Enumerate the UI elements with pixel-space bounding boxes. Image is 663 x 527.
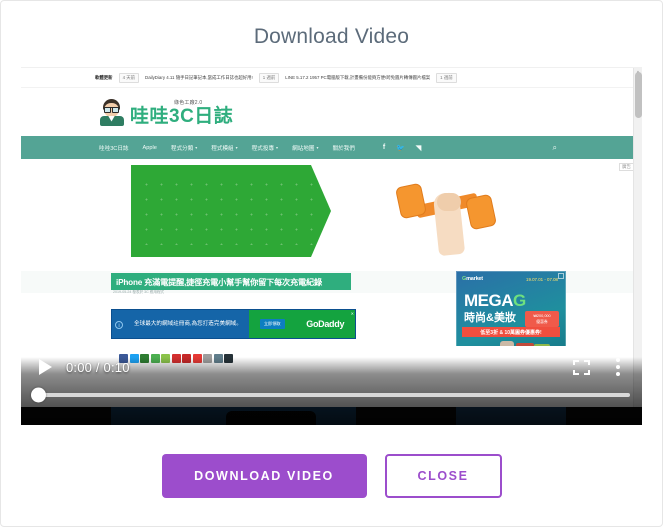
time-display: 0:00 / 0:10 bbox=[66, 359, 130, 375]
progress-bar[interactable] bbox=[31, 387, 630, 403]
modal-footer: DOWNLOAD VIDEO CLOSE bbox=[1, 425, 662, 526]
nav-item-2[interactable]: 程式分類 ▾ bbox=[171, 144, 197, 152]
ticker-label: 軟體更新 bbox=[95, 74, 113, 80]
nav-item-5[interactable]: 網站地圖 ▾ bbox=[292, 144, 318, 152]
logo-title: 哇哇3C日誌 bbox=[130, 105, 234, 127]
twitter-icon[interactable]: 🐦 bbox=[396, 144, 405, 152]
godaddy-line-2: 為您打造完美網域。 bbox=[191, 320, 242, 327]
kebab-menu-icon[interactable] bbox=[616, 358, 620, 376]
article-meta: 2019-05-24 發表於 3C 應用程式 bbox=[113, 290, 165, 294]
download-video-button[interactable]: DOWNLOAD VIDEO bbox=[161, 453, 367, 498]
chevron-down-icon: ▾ bbox=[195, 145, 198, 150]
video-player[interactable]: 軟體更新 4 天前 DailyDiary 4.11 隨手日記筆記本,當成工作日誌… bbox=[21, 67, 642, 425]
play-button[interactable] bbox=[39, 359, 52, 375]
search-icon[interactable]: ⌕ bbox=[553, 143, 557, 153]
facebook-icon[interactable]: f bbox=[383, 144, 385, 152]
download-video-modal: Download Video 軟體更新 4 天前 DailyDiary 4.11… bbox=[0, 0, 663, 527]
nav-item-1[interactable]: Apple bbox=[143, 145, 157, 151]
player-controls: 0:00 / 0:10 bbox=[21, 350, 642, 384]
nav-label: Apple bbox=[142, 144, 157, 151]
player-progress-row[interactable] bbox=[21, 384, 642, 406]
site-ticker: 軟體更新 4 天前 DailyDiary 4.11 隨手日記筆記本,當成工作日誌… bbox=[21, 68, 642, 88]
nav-label: 程式投專 bbox=[251, 145, 275, 152]
nav-label: 哇哇3C日誌 bbox=[99, 145, 129, 152]
rss-icon[interactable]: ◥ bbox=[416, 144, 421, 152]
nav-label: 關於我們 bbox=[332, 145, 355, 152]
page-title: Download Video bbox=[253, 25, 410, 48]
chevron-down-icon: ▾ bbox=[316, 145, 319, 150]
chevron-down-icon: ▾ bbox=[276, 145, 279, 150]
site-navbar: 哇哇3C日誌 Apple 程式分類 ▾ 程式模組 ▾ 程式投專 ▾ 網站地圖 ▾ 關於我… bbox=[21, 136, 642, 159]
avatar-icon bbox=[99, 98, 125, 126]
ad-date-range: 19.07.01 - 07.08 bbox=[526, 277, 558, 282]
ad-title: MEGAG bbox=[464, 291, 526, 311]
ad-title-mega: MEGA bbox=[464, 291, 514, 310]
godaddy-ad-right: 立即領取 GoDaddy bbox=[249, 310, 355, 338]
nav-item-3[interactable]: 程式模組 ▾ bbox=[211, 144, 237, 152]
site-logo[interactable]: 綠色工廠2.0 哇哇3C日誌 bbox=[130, 99, 233, 126]
chevron-down-icon: ▾ bbox=[235, 145, 238, 150]
logo-subtitle: 綠色工廠2.0 bbox=[174, 99, 203, 106]
ad-subtitle: 時尚&美妝 bbox=[464, 312, 516, 324]
hero-banner: 廣告 bbox=[21, 159, 642, 271]
ad-badge: 廣告 bbox=[619, 163, 634, 171]
article-title: iPhone 充滿電提醒,捷徑充電小幫手幫你留下每次充電紀錄 bbox=[111, 273, 351, 290]
ticker-item-1[interactable]: DailyDiary 4.11 隨手日記筆記本,當成工作日誌也超好用! bbox=[145, 75, 253, 81]
gmarket-logo: Gmarket bbox=[462, 276, 483, 282]
godaddy-ad[interactable]: 全球最大的網域註冊商, 為您打造完美網域。 立即領取 GoDaddy ✕ i bbox=[111, 309, 356, 339]
nav-label: 程式分類 bbox=[170, 145, 194, 152]
close-button[interactable]: CLOSE bbox=[384, 453, 502, 498]
video-bottom-fill bbox=[21, 407, 642, 425]
nav-item-6[interactable]: 關於我們 bbox=[332, 144, 354, 152]
site-header: 綠色工廠2.0 哇哇3C日誌 bbox=[21, 88, 642, 136]
gmarket-logo-text: market bbox=[466, 276, 483, 282]
ad-title-g: G bbox=[513, 291, 526, 310]
scrollbar-thumb[interactable] bbox=[635, 72, 642, 118]
ad-coupon-badge: ₩200,000 優惠券 bbox=[525, 311, 559, 327]
godaddy-cta-button[interactable]: 立即領取 bbox=[259, 319, 285, 329]
ticker-pill-3: 1 週前 bbox=[436, 72, 457, 83]
fullscreen-icon[interactable] bbox=[573, 359, 590, 375]
godaddy-ad-copy: 全球最大的網域註冊商, 為您打造完美網域。 bbox=[112, 310, 249, 338]
ad-promo-strip: 低至3折 & 10萬圓券優惠券! bbox=[462, 327, 560, 337]
progress-handle[interactable] bbox=[31, 387, 46, 403]
hero-dot-pattern bbox=[139, 177, 314, 245]
godaddy-line-1: 全球最大的網域註冊商, bbox=[134, 320, 192, 327]
nav-item-4[interactable]: 程式投專 ▾ bbox=[252, 144, 278, 152]
godaddy-logo: GoDaddy bbox=[306, 319, 345, 329]
ticker-item-2[interactable]: LINE 5.17.2 1957 PC電腦版下載,計畫備份能夠方便!跨免圖片轉傳… bbox=[285, 75, 430, 81]
info-icon: i bbox=[115, 321, 123, 329]
coupon-label: 優惠券 bbox=[536, 319, 548, 324]
nav-item-0[interactable]: 哇哇3C日誌 bbox=[99, 144, 129, 152]
nav-social-links: f 🐦 ◥ bbox=[383, 144, 421, 152]
nav-label: 網站地圖 bbox=[292, 145, 315, 152]
dumbbell-image bbox=[394, 163, 498, 259]
ticker-pill-2: 1 週前 bbox=[258, 72, 280, 83]
nav-label: 程式模組 bbox=[211, 145, 234, 152]
ticker-pill-1: 4 天前 bbox=[118, 72, 140, 83]
close-icon[interactable] bbox=[558, 273, 564, 279]
article-band: iPhone 充滿電提醒,捷徑充電小幫手幫你留下每次充電紀錄 2019-05-2… bbox=[21, 271, 642, 369]
close-icon[interactable]: ✕ bbox=[351, 311, 354, 316]
